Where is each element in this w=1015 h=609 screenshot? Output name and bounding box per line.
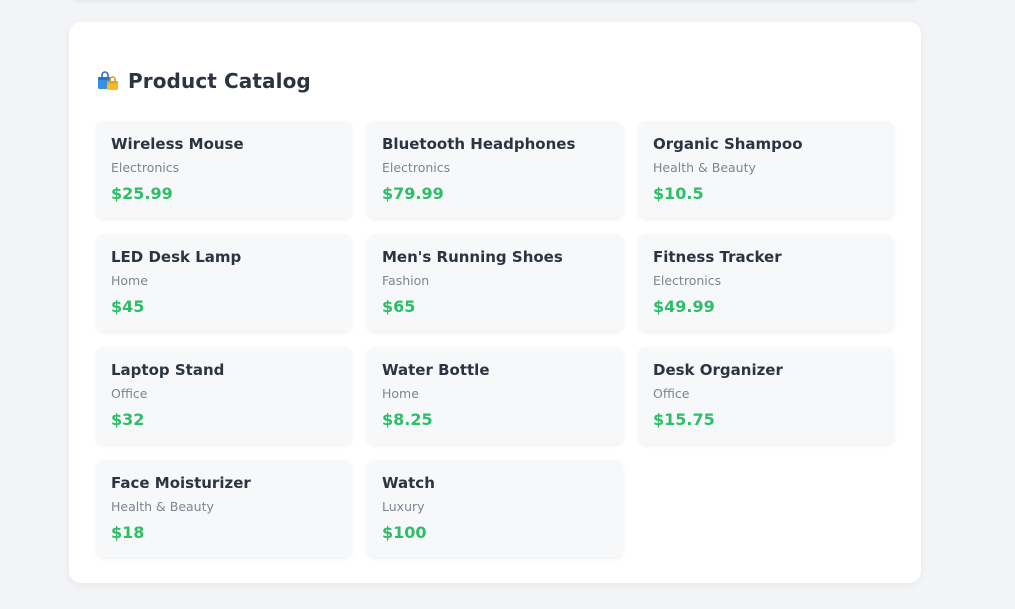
product-price: $15.75 xyxy=(653,410,715,429)
product-name: Water Bottle xyxy=(382,361,490,379)
product-name: Watch xyxy=(382,474,435,492)
product-name: Organic Shampoo xyxy=(653,135,803,153)
shopping-bags-icon xyxy=(97,70,119,92)
product-category: Electronics xyxy=(653,273,722,288)
product-grid: Wireless Mouse Electronics $25.99 Blueto… xyxy=(96,121,896,557)
product-price: $79.99 xyxy=(382,184,444,203)
product-name: Laptop Stand xyxy=(111,361,225,379)
product-card[interactable]: Laptop Stand Office $32 xyxy=(96,347,352,444)
product-card[interactable]: Organic Shampoo Health & Beauty $10.5 xyxy=(638,121,894,218)
product-category: Health & Beauty xyxy=(111,499,214,514)
product-card[interactable]: Men's Running Shoes Fashion $65 xyxy=(367,234,623,331)
product-name: Fitness Tracker xyxy=(653,248,782,266)
product-card[interactable]: Face Moisturizer Health & Beauty $18 xyxy=(96,460,352,557)
product-category: Health & Beauty xyxy=(653,160,756,175)
product-card[interactable]: Wireless Mouse Electronics $25.99 xyxy=(96,121,352,218)
product-card[interactable]: Fitness Tracker Electronics $49.99 xyxy=(638,234,894,331)
catalog-header: Product Catalog xyxy=(97,66,311,96)
product-name: LED Desk Lamp xyxy=(111,248,242,266)
product-category: Home xyxy=(111,273,148,288)
product-catalog-panel: Product Catalog Wireless Mouse Electroni… xyxy=(69,22,921,583)
product-price: $8.25 xyxy=(382,410,433,429)
product-category: Electronics xyxy=(382,160,451,175)
product-name: Wireless Mouse xyxy=(111,135,244,153)
product-price: $100 xyxy=(382,523,427,542)
product-category: Office xyxy=(111,386,148,401)
product-category: Home xyxy=(382,386,419,401)
product-card[interactable]: LED Desk Lamp Home $45 xyxy=(96,234,352,331)
product-price: $45 xyxy=(111,297,145,316)
product-card[interactable]: Watch Luxury $100 xyxy=(367,460,623,557)
product-name: Men's Running Shoes xyxy=(382,248,563,266)
product-price: $49.99 xyxy=(653,297,715,316)
product-price: $10.5 xyxy=(653,184,704,203)
product-price: $65 xyxy=(382,297,416,316)
product-name: Desk Organizer xyxy=(653,361,783,379)
product-card[interactable]: Desk Organizer Office $15.75 xyxy=(638,347,894,444)
product-price: $32 xyxy=(111,410,145,429)
catalog-title: Product Catalog xyxy=(128,69,311,93)
product-price: $18 xyxy=(111,523,145,542)
product-name: Face Moisturizer xyxy=(111,474,251,492)
product-category: Office xyxy=(653,386,690,401)
product-card[interactable]: Bluetooth Headphones Electronics $79.99 xyxy=(367,121,623,218)
product-name: Bluetooth Headphones xyxy=(382,135,576,153)
product-category: Fashion xyxy=(382,273,430,288)
product-category: Electronics xyxy=(111,160,180,175)
product-category: Luxury xyxy=(382,499,425,514)
product-price: $25.99 xyxy=(111,184,173,203)
product-card[interactable]: Water Bottle Home $8.25 xyxy=(367,347,623,444)
